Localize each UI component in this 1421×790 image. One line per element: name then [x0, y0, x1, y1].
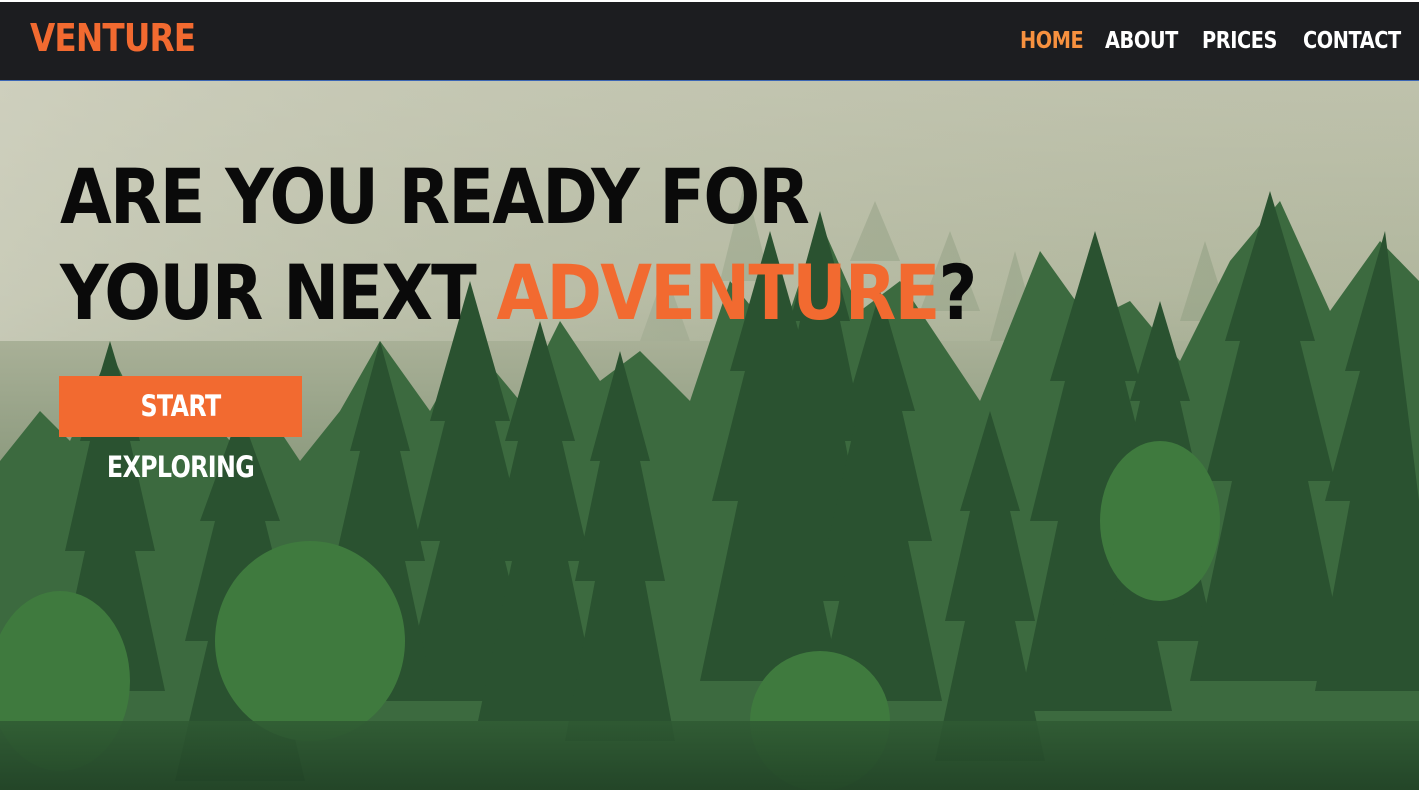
- hero-headline: ARE YOU READY FOR YOUR NEXT ADVENTURE?: [60, 149, 978, 341]
- nav-item-about[interactable]: ABOUT: [1105, 28, 1178, 54]
- start-exploring-button[interactable]: START EXPLORING: [59, 376, 302, 484]
- brand-logo[interactable]: VENTURE: [30, 16, 196, 60]
- headline-line-1: ARE YOU READY FOR: [60, 152, 810, 241]
- hero-section: ARE YOU READY FOR YOUR NEXT ADVENTURE? S…: [0, 81, 1419, 790]
- page: VENTURE HOME ABOUT PRICES CONTACT ARE YO…: [0, 0, 1421, 790]
- start-exploring-label: START EXPLORING: [106, 389, 255, 484]
- headline-suffix: ?: [938, 248, 978, 337]
- nav-item-prices[interactable]: PRICES: [1202, 28, 1277, 54]
- headline-line-2-prefix: YOUR NEXT: [60, 248, 497, 337]
- nav-item-home[interactable]: HOME: [1020, 28, 1084, 54]
- headline-accent-word: ADVENTURE: [496, 248, 941, 337]
- top-navbar: VENTURE HOME ABOUT PRICES CONTACT: [0, 2, 1419, 81]
- nav-item-contact[interactable]: CONTACT: [1303, 28, 1401, 54]
